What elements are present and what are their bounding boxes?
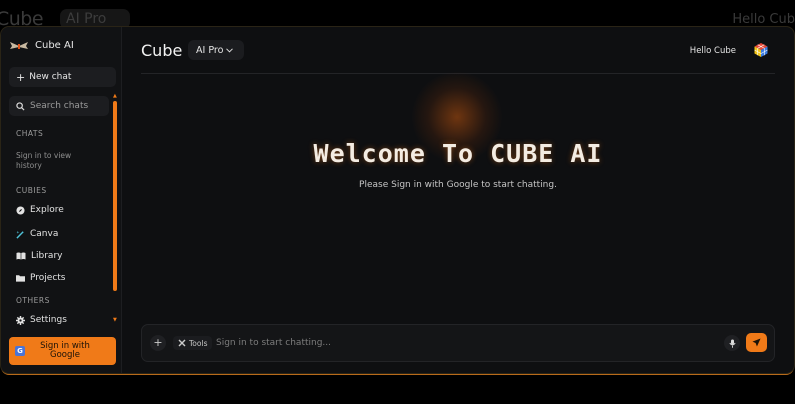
chat-composer: + Tools: [141, 324, 775, 362]
avatar[interactable]: [753, 42, 769, 58]
section-label-others: OTHERS: [16, 296, 50, 305]
header-brand: Cube: [141, 41, 183, 60]
user-greeting: Hello Cube: [689, 46, 736, 56]
scroll-down-arrow-icon[interactable]: ▼: [113, 317, 117, 323]
model-selector-label: AI Pro: [196, 44, 224, 56]
sign-in-label: Sign in with Google: [40, 340, 90, 360]
attach-button[interactable]: +: [150, 335, 166, 351]
sidebar-item-label: Canva: [30, 229, 59, 239]
sign-in-google-button[interactable]: G Sign in with Google: [9, 337, 116, 365]
google-icon: G: [15, 346, 25, 356]
plus-icon: +: [16, 70, 26, 84]
folder-icon: [16, 275, 25, 282]
search-icon: [16, 101, 25, 111]
welcome-heading: Welcome To CUBE AI: [313, 139, 603, 168]
scroll-up-arrow-icon[interactable]: ▲: [113, 93, 117, 99]
search-chats-field[interactable]: Search chats: [9, 96, 109, 116]
gear-icon: [16, 315, 25, 325]
app-window: Cube AI + New chat Search chats ▲ ▼ CHAT…: [1, 27, 794, 373]
new-chat-label: New chat: [29, 72, 72, 82]
tools-label: Tools: [189, 338, 208, 348]
sidebar-item-explore[interactable]: Explore: [16, 205, 64, 215]
wings-logo-icon: [10, 41, 28, 49]
welcome-subtitle: Please Sign in with Google to start chat…: [359, 180, 557, 190]
model-selector[interactable]: AI Pro: [188, 40, 244, 60]
plus-icon: +: [153, 336, 163, 349]
main-panel: Cube AI Pro Hello Cube Welcome To CUBE A…: [122, 27, 794, 373]
sidebar-brand-text: Cube AI: [35, 40, 74, 51]
chevron-down-icon: [226, 47, 234, 53]
chat-input[interactable]: [216, 334, 696, 352]
background-model-selector: AI Pro: [60, 9, 130, 29]
sidebar-brand[interactable]: Cube AI: [9, 40, 74, 51]
sidebar-item-settings[interactable]: Settings: [16, 315, 67, 325]
microphone-button[interactable]: [724, 335, 740, 351]
new-chat-button[interactable]: + New chat: [9, 67, 116, 87]
microphone-icon: [728, 339, 736, 348]
sidebar-item-projects[interactable]: Projects: [16, 273, 65, 283]
sidebar-item-label: Projects: [30, 273, 66, 283]
tools-button[interactable]: Tools: [173, 336, 213, 350]
sidebar-item-canva[interactable]: Canva: [16, 229, 58, 239]
sidebar: Cube AI + New chat Search chats ▲ ▼ CHAT…: [1, 27, 122, 373]
send-icon: [752, 338, 761, 347]
send-button[interactable]: [746, 333, 767, 352]
search-placeholder: Search chats: [30, 101, 89, 111]
compass-icon: [16, 205, 25, 215]
sidebar-item-label: Settings: [30, 315, 67, 325]
sidebar-scrollbar[interactable]: [113, 101, 117, 291]
book-icon: [16, 252, 26, 260]
sidebar-item-label: Library: [31, 251, 63, 261]
section-label-cubies: CUBIES: [16, 186, 47, 195]
sidebar-item-label: Explore: [30, 205, 64, 215]
background-greeting: Hello Cube: [732, 12, 795, 27]
section-label-chats: CHATS: [16, 129, 44, 138]
tools-icon: [178, 339, 186, 347]
chats-signin-note: Sign in to view history: [16, 151, 72, 170]
magic-wand-icon: [16, 230, 24, 239]
sidebar-item-library[interactable]: Library: [16, 251, 62, 261]
